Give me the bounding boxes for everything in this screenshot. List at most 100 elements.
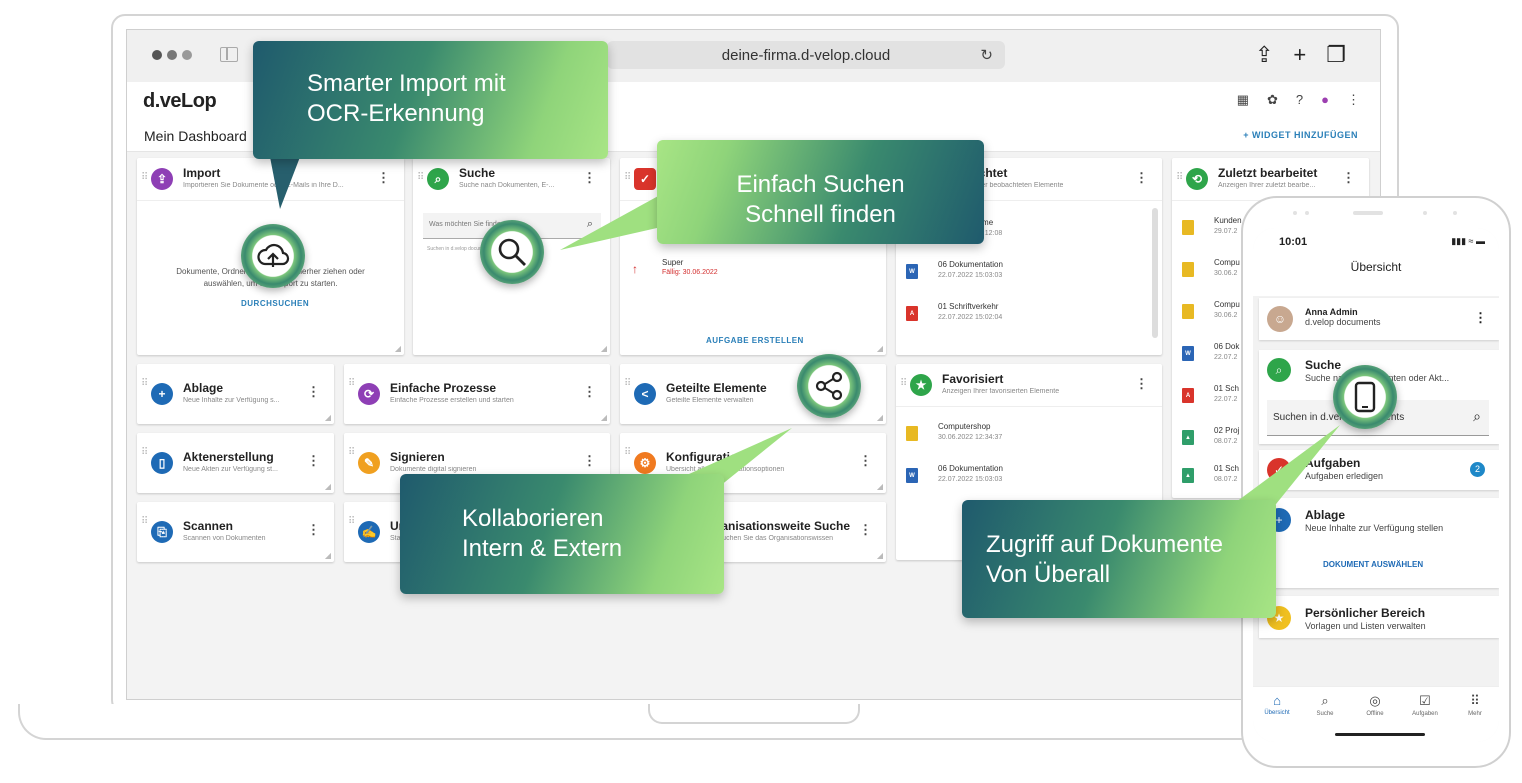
select-document-button[interactable]: DOKUMENT AUSWÄHLEN (1323, 560, 1423, 569)
share-network-icon (797, 354, 861, 418)
widget-subtitle: Neue Akten zur Verfügung st... (183, 466, 278, 473)
widget-title: Geteilte Elemente (666, 381, 767, 395)
widget-menu-icon[interactable]: ⋮ (307, 453, 320, 469)
tabs-overview-icon[interactable]: ❐ (1326, 42, 1346, 68)
tab-aufgaben[interactable]: ☑ Aufgaben (1401, 693, 1449, 717)
item-date: 22.07.2022 15:03:03 (938, 476, 1003, 483)
search-icon[interactable]: ⌕ (1473, 408, 1481, 425)
task-icon: ✓ (634, 168, 656, 190)
reload-icon[interactable]: ↻ (980, 46, 993, 64)
widget-menu-icon[interactable]: ⋮ (859, 522, 872, 538)
resize-handle-icon[interactable]: ◢ (877, 482, 883, 491)
callout-import: Smarter Import mit OCR-Erkennung (253, 41, 608, 159)
apps-grid-icon[interactable]: ▦ (1237, 92, 1249, 108)
widget-menu-icon[interactable]: ⋮ (1342, 170, 1355, 186)
item-date: 22.07.2022 15:03:03 (938, 272, 1003, 279)
home-indicator (1335, 733, 1425, 736)
list-item[interactable]: A 01 Schriftverkehr 22.07.2022 15:02:04 (896, 300, 1162, 336)
more-menu-icon[interactable]: ⋮ (1347, 92, 1360, 108)
list-item[interactable]: W 06 Dokumentation 22.07.2022 15:03:03 (896, 462, 1162, 498)
widget-menu-icon[interactable]: ⋮ (583, 170, 596, 186)
callout-mobile-line2: Von Überall (986, 561, 1111, 588)
recent-icon: ⟲ (1186, 168, 1208, 190)
sidebar-toggle-icon[interactable] (220, 47, 238, 62)
browse-button[interactable]: DURCHSUCHEN (241, 299, 309, 308)
drag-handle-icon[interactable]: ⠿ (141, 378, 148, 389)
drag-handle-icon[interactable]: ⠿ (624, 378, 631, 389)
drag-handle-icon[interactable]: ⠿ (624, 172, 631, 183)
resize-handle-icon[interactable]: ◢ (877, 413, 883, 422)
folder-icon (906, 426, 918, 441)
pen-icon: ✎ (358, 452, 380, 474)
drag-handle-icon[interactable]: ⠿ (348, 516, 355, 527)
app-logo[interactable]: d.veLop (143, 90, 217, 113)
scrollbar[interactable] (1152, 208, 1158, 338)
task-name[interactable]: Super (662, 258, 683, 267)
home-icon: ⌂ (1273, 693, 1281, 708)
resize-handle-icon[interactable]: ◢ (325, 551, 331, 560)
grid-icon: ⠿ (1470, 693, 1480, 708)
drag-handle-icon[interactable]: ⠿ (624, 447, 631, 458)
resize-handle-icon[interactable]: ◢ (877, 551, 883, 560)
resize-handle-icon[interactable]: ◢ (601, 413, 607, 422)
widget-menu-icon[interactable]: ⋮ (307, 522, 320, 538)
image-file-icon: ▲ (1182, 430, 1194, 445)
widget-menu-icon[interactable]: ⋮ (1135, 376, 1148, 392)
priority-up-icon: ↑ (632, 262, 638, 276)
add-widget-button[interactable]: + WIDGET HINZUFÜGEN (1243, 130, 1358, 140)
widget-menu-icon[interactable]: ⋮ (583, 384, 596, 400)
address-bar[interactable]: deine-firma.d-velop.cloud ↻ (607, 41, 1005, 69)
widget-title: Ablage (183, 381, 224, 395)
widget-title: Suche (459, 166, 496, 180)
tab-offline[interactable]: ◎ Offline (1351, 693, 1399, 717)
share-icon[interactable]: ⇪ (1255, 42, 1273, 68)
resize-handle-icon[interactable]: ◢ (395, 344, 401, 353)
clipboard-icon: ☑ (1419, 693, 1431, 708)
user-icon[interactable]: ● (1321, 92, 1329, 108)
drag-handle-icon[interactable]: ⠿ (900, 378, 907, 389)
resize-handle-icon[interactable]: ◢ (325, 413, 331, 422)
phone-personal-card[interactable]: ★ Persönlicher Bereich Vorlagen und List… (1259, 596, 1499, 638)
drag-handle-icon[interactable]: ⠿ (1176, 172, 1183, 183)
tab-mehr[interactable]: ⠿ Mehr (1451, 693, 1499, 717)
drag-handle-icon[interactable]: ⠿ (141, 516, 148, 527)
new-tab-icon[interactable]: + (1293, 42, 1306, 68)
phone-notch (1293, 208, 1463, 218)
widget-subtitle: Neue Inhalte zur Verfügung s... (183, 397, 280, 404)
tab-uebersicht[interactable]: ⌂ Übersicht (1253, 693, 1301, 716)
resize-handle-icon[interactable]: ◢ (877, 344, 883, 353)
window-controls[interactable] (152, 50, 192, 60)
drag-handle-icon[interactable]: ⠿ (141, 172, 148, 183)
widget-menu-icon[interactable]: ⋮ (583, 453, 596, 469)
drag-handle-icon[interactable]: ⠿ (348, 378, 355, 389)
drag-handle-icon[interactable]: ⠿ (141, 447, 148, 458)
widget-menu-icon[interactable]: ⋮ (1135, 170, 1148, 186)
tab-suche[interactable]: ⌕ Suche (1301, 693, 1349, 717)
word-doc-icon: W (906, 468, 918, 483)
list-item[interactable]: Computershop 30.06.2022 12:34:37 (896, 420, 1162, 456)
gift-icon[interactable]: ✿ (1267, 92, 1278, 108)
drag-handle-icon[interactable]: ⠿ (348, 447, 355, 458)
widget-menu-icon[interactable]: ⋮ (377, 170, 390, 186)
personal-title: Persönlicher Bereich (1305, 606, 1426, 620)
drag-handle-icon[interactable]: ⠿ (417, 172, 424, 183)
tab-label: Übersicht (1264, 710, 1290, 716)
widget-subtitle: Scannen von Dokumenten (183, 535, 266, 542)
resize-handle-icon[interactable]: ◢ (325, 482, 331, 491)
item-name: Computershop (938, 422, 991, 431)
user-card[interactable]: ☺ Anna Admin d.velop documents ⋮ (1259, 298, 1499, 340)
pdf-icon: A (1182, 388, 1194, 403)
item-name: Kunden (1214, 216, 1242, 225)
callout-search: Einfach Suchen Schnell finden (657, 140, 984, 244)
help-icon[interactable]: ? (1296, 92, 1303, 108)
widget-menu-icon[interactable]: ⋮ (307, 384, 320, 400)
resize-handle-icon[interactable]: ◢ (601, 344, 607, 353)
widget-menu-icon[interactable]: ⋮ (859, 453, 872, 469)
list-item[interactable]: W 06 Dokumentation 22.07.2022 15:03:03 (896, 258, 1162, 294)
import-icon: ⇪ (151, 168, 173, 190)
item-date: 22.07.2 (1214, 396, 1238, 403)
status-time: 10:01 (1279, 236, 1308, 248)
create-task-button[interactable]: AUFGABE ERSTELLEN (706, 336, 804, 345)
widget-title: Aktenerstellung (183, 450, 274, 464)
more-menu-icon[interactable]: ⋮ (1474, 310, 1487, 326)
